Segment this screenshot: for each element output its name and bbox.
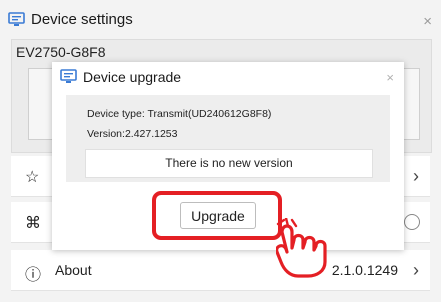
window-title: Device settings — [8, 11, 133, 28]
chevron-right-icon: › — [413, 260, 419, 280]
about-version: 2.1.0.1249 — [331, 262, 398, 278]
upgrade-button[interactable]: Upgrade — [180, 202, 256, 229]
window-close-icon[interactable]: × — [423, 13, 432, 30]
info-icon: ⓘ — [25, 267, 42, 284]
about-label: About — [55, 262, 92, 278]
monitor-icon — [60, 69, 77, 83]
status-text: There is no new version — [165, 156, 293, 170]
command-icon: ⌘ — [25, 215, 41, 232]
upgrade-info-box: Device type: Transmit(UD240612G8F8) Vers… — [66, 95, 390, 182]
version-text: Version:2.427.1253 — [87, 128, 178, 140]
dialog-close-icon[interactable]: × — [386, 70, 394, 85]
row-about[interactable]: ⓘ About 2.1.0.1249 › — [11, 250, 430, 291]
chevron-right-icon: › — [413, 166, 419, 186]
star-icon: ☆ — [25, 169, 40, 186]
device-upgrade-dialog: Device upgrade × Device type: Transmit(U… — [52, 62, 404, 250]
monitor-icon — [8, 12, 25, 26]
pointing-hand-icon — [276, 218, 327, 278]
status-bar: There is no new version — [85, 149, 373, 178]
device-name: EV2750-G8F8 — [16, 44, 106, 60]
toggle-switch[interactable] — [404, 214, 420, 230]
device-type-text: Device type: Transmit(UD240612G8F8) — [87, 108, 272, 120]
window-title-text: Device settings — [31, 11, 133, 28]
dialog-title: Device upgrade — [60, 68, 181, 85]
dialog-title-text: Device upgrade — [83, 68, 182, 85]
